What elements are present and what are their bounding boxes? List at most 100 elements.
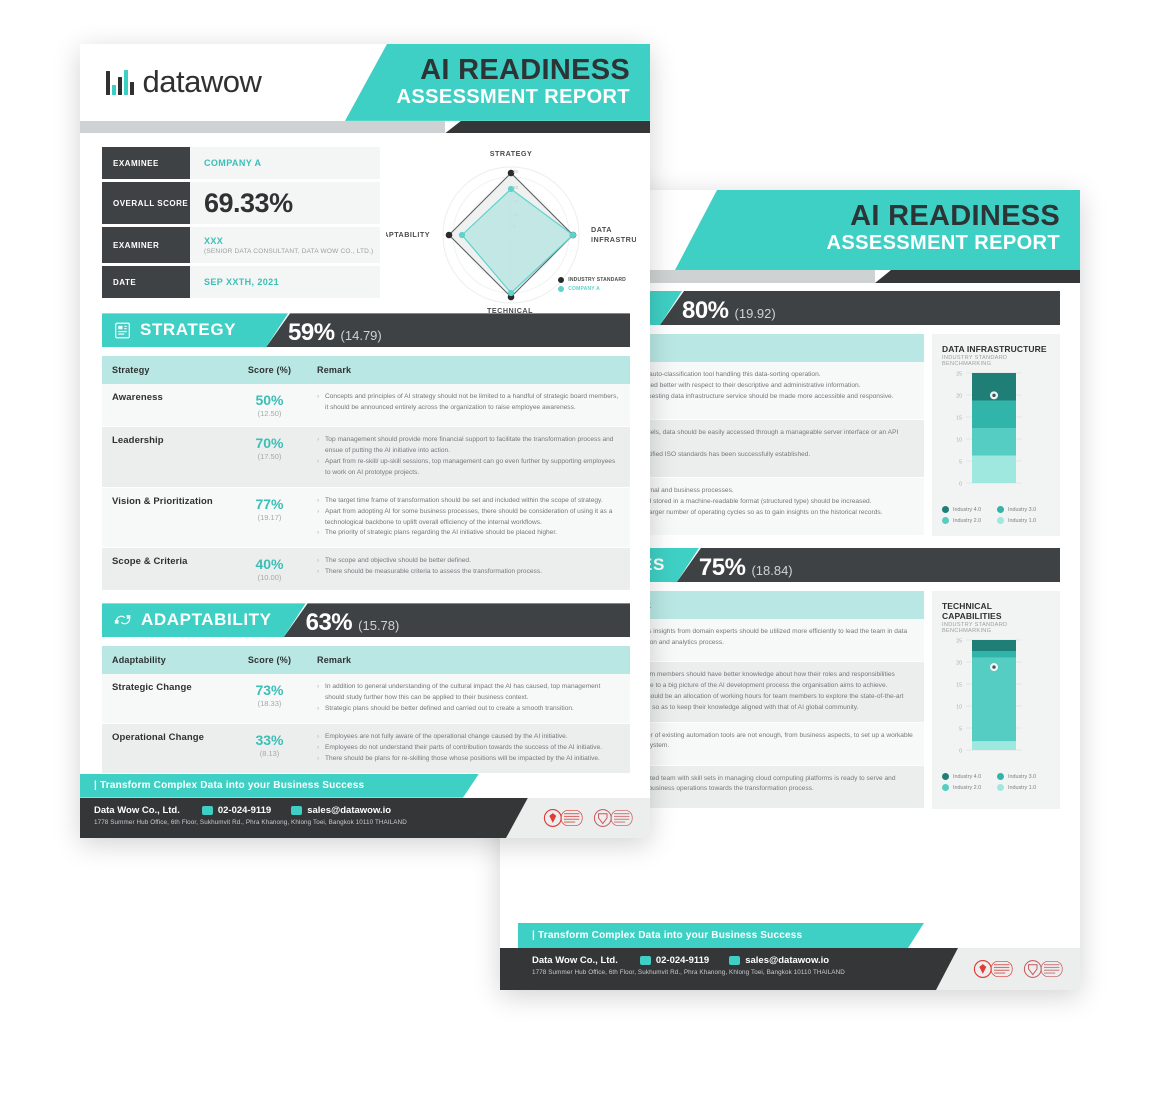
footer-phone-text: 02-024-9119	[655, 955, 710, 966]
row-remarks: Data team members should have better kno…	[606, 661, 924, 723]
row-points: (19.17)	[257, 512, 282, 522]
page1-footer: Data Wow Co., Ltd. 02-024-9119 sales@dat…	[80, 797, 650, 838]
benchmark-legend-item: Industry 4.0	[942, 773, 997, 780]
benchmark-legend-item: Industry 2.0	[942, 517, 997, 524]
svg-text:10: 10	[956, 705, 962, 711]
row-remarks: A dedicated team with skill sets in mana…	[606, 765, 924, 809]
row-remarks: In addition to general understanding of …	[307, 674, 630, 724]
radar-chart-container: 25 20 15 10 5 STRATEGY DATA INFRASTRUCTU…	[380, 147, 636, 323]
table-row: Operational Change33%(8.13)Employees are…	[102, 723, 630, 774]
section-score-strategy: 59% (14.79)	[266, 313, 630, 348]
row-remarks: Concepts and principles of AI strategy s…	[307, 384, 630, 428]
svg-text:10: 10	[956, 438, 962, 444]
info-label: EXAMINEE	[102, 147, 190, 180]
col-header-remark: Remark	[307, 356, 630, 385]
report-title: AI READINESS ASSESSMENT REPORT	[345, 44, 650, 121]
info-row-overall-score: OVERALL SCORE 69.33%	[102, 182, 380, 225]
legend-label: Industry 4.0	[953, 773, 982, 780]
section-percent: 63%	[305, 609, 353, 637]
benchmark-legend-item: Industry 3.0	[997, 773, 1052, 780]
iso-cert-icon-1	[543, 808, 583, 827]
remark-item: A dedicated team with skill sets in mana…	[617, 774, 914, 796]
info-row-examiner: EXAMINER XXX (SENIOR DATA CONSULTANT, DA…	[102, 227, 380, 264]
section-label: STRATEGY	[140, 320, 237, 340]
bar-segment	[972, 651, 1016, 658]
svg-text:25: 25	[956, 372, 962, 378]
col-header-remark: Remark	[307, 646, 630, 675]
adaptability-icon	[114, 612, 132, 628]
col-header-adaptability: Adaptability	[102, 646, 232, 675]
benchmark-legend-item: Industry 4.0	[942, 506, 997, 513]
section-percent: 59%	[288, 319, 335, 347]
benchmark-subtitle: INDUSTRY STANDARD BENCHMARKING	[942, 355, 1008, 367]
table-row: Strategic Change73%(18.33)In addition to…	[102, 674, 630, 724]
row-label: Leadership	[102, 426, 232, 488]
row-points: (12.50)	[257, 409, 282, 419]
svg-text:25: 25	[956, 639, 962, 645]
svg-text:0: 0	[959, 482, 962, 488]
legend-swatch-icon	[997, 506, 1004, 513]
row-label: Scope & Criteria	[102, 547, 232, 592]
benchmark-stacked-bar-chart: 25 20 15 10 5 0	[942, 367, 1052, 500]
row-percent: 70%	[255, 435, 284, 452]
footer-address: 1778 Summer Hub Office, 6th Floor, Sukhu…	[94, 818, 407, 826]
col-header-score: Score (%)	[232, 356, 307, 385]
col-header-score: Score (%)	[232, 646, 307, 675]
info-row-date: DATE SEP XXTH, 2021	[102, 266, 380, 299]
remark-item: Employees are not fully aware of the ope…	[317, 732, 620, 743]
examinee-info-table: EXAMINEE COMPANY A OVERALL SCORE 69.33% …	[102, 147, 380, 301]
row-remarks: The scope and objective should be better…	[307, 547, 630, 592]
benchmark-legend-item: Industry 3.0	[997, 506, 1052, 513]
row-label: Vision & Prioritization	[102, 487, 232, 549]
svg-text:15: 15	[513, 199, 519, 204]
envelope-icon	[291, 806, 302, 815]
row-percent: 50%	[255, 392, 284, 409]
legend-label: Industry 3.0	[1008, 773, 1037, 780]
benchmark-title: DATA INFRASTRUCTURE	[942, 344, 1047, 354]
svg-text:0: 0	[959, 749, 962, 755]
legend-swatch-icon	[558, 286, 565, 293]
footer-email[interactable]: sales@datawow.io	[291, 805, 391, 816]
bar-segment	[972, 455, 1016, 483]
section-points: (19.92)	[734, 306, 776, 321]
footer-email[interactable]: sales@datawow.io	[729, 955, 829, 966]
table-row: Awareness50%(12.50)Concepts and principl…	[102, 384, 630, 428]
row-points: (10.00)	[257, 573, 282, 583]
row-percent: 73%	[255, 682, 284, 699]
report-title: AI READINESS ASSESSMENT REPORT	[675, 190, 1080, 270]
bar-segment	[972, 428, 1016, 456]
legend-swatch-icon	[942, 784, 949, 791]
radar-axis-label-infrastructure: INFRASTRUCTURE	[591, 235, 636, 244]
table-row: Vision & Prioritization77%(19.17)The tar…	[102, 487, 630, 549]
remark-item: There should be plans for re-skilling th…	[317, 754, 620, 765]
footer-phone[interactable]: 02-024-9119	[640, 955, 709, 966]
legend-swatch-icon	[942, 506, 949, 513]
footer-phone[interactable]: 02-024-9119	[202, 805, 271, 816]
legend-swatch-icon	[558, 277, 565, 284]
radar-legend: INDUSTRY STANDARD COMPANY A	[558, 277, 626, 295]
remark-item: Apart from adopting AI for some business…	[317, 507, 620, 529]
legend-label: INDUSTRY STANDARD	[568, 277, 626, 284]
row-score: 50% (12.50)	[232, 384, 307, 428]
col-header-strategy: Strategy	[102, 356, 232, 385]
legend-item-company-a: COMPANY A	[558, 286, 626, 293]
legend-label: Industry 3.0	[1008, 506, 1037, 513]
remark-item: Business insights from domain experts sh…	[617, 627, 914, 649]
logo-wordmark: datawow	[142, 64, 262, 100]
benchmark-legend: Industry 4.0 Industry 3.0 Industry 2.0 Indu…	[942, 773, 1052, 795]
remark-item: The target time frame of transformation …	[317, 496, 620, 507]
section-label: ADAPTABILITY	[141, 610, 272, 630]
bsi-cert-icon-2	[1023, 960, 1063, 978]
benchmark-legend-item: Industry 2.0	[942, 784, 997, 791]
legend-label: Industry 1.0	[1008, 517, 1037, 524]
row-score: 40% (10.00)	[232, 547, 307, 592]
page2-footer: Data Wow Co., Ltd. 02-024-9119 sales@dat…	[500, 948, 1080, 990]
row-points: (8.13)	[259, 748, 280, 758]
remark-item: A number of existing automation tools ar…	[617, 731, 914, 753]
svg-text:15: 15	[956, 683, 962, 689]
overall-score-value: 69.33%	[204, 187, 293, 218]
section-bar-strategy: STRATEGY 59% (14.79)	[102, 313, 630, 348]
legend-label: Industry 2.0	[953, 784, 982, 791]
report-page-1[interactable]: datawow AI READINESS ASSESSMENT REPORT E…	[80, 44, 650, 838]
legend-swatch-icon	[997, 784, 1004, 791]
